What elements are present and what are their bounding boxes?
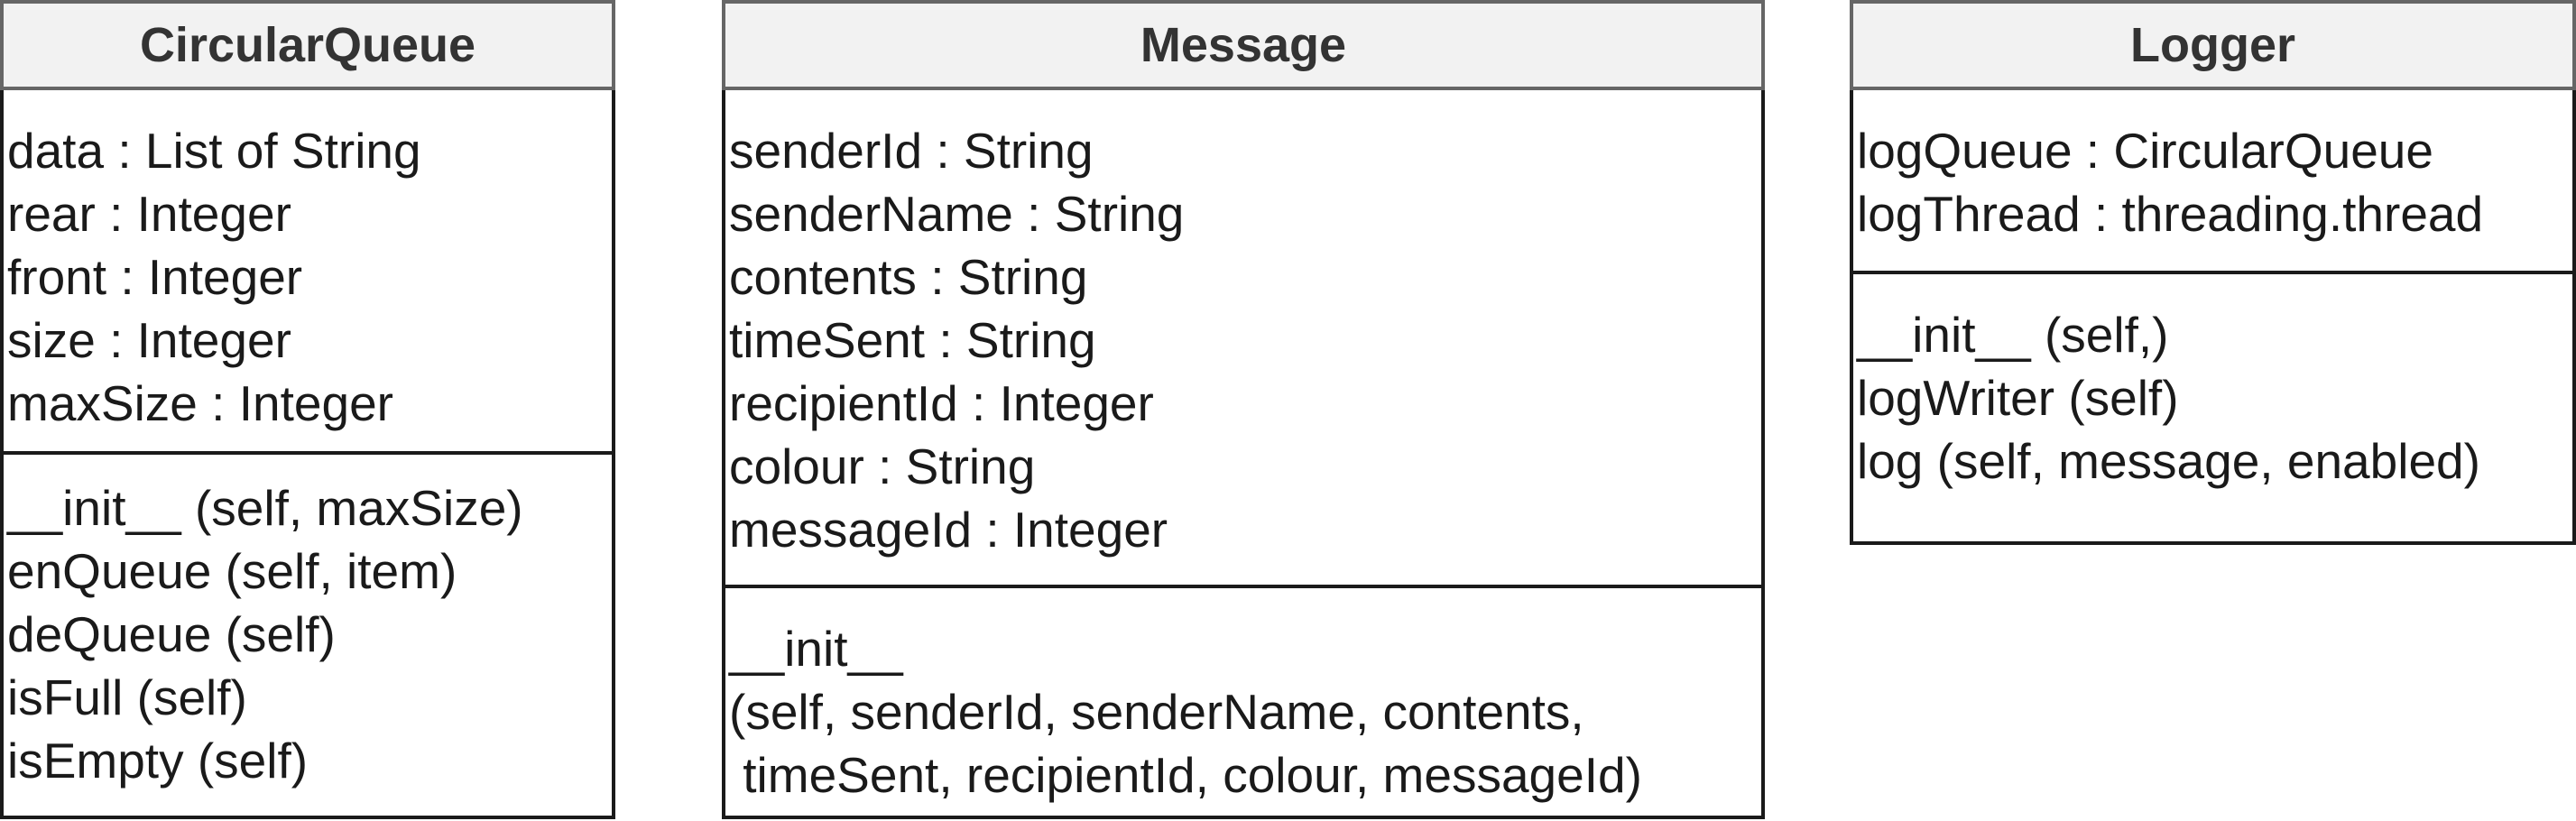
method: isFull (self) [7,669,247,725]
class-box-message: Message senderId : String senderName : S… [722,0,1765,819]
class-name: Logger [1850,0,2576,90]
method: __init__ (self,) [1857,307,2169,363]
attribute: colour : String [729,438,1036,494]
method: __init__ [729,621,903,677]
methods-section: __init__ (self, senderId, senderName, co… [725,588,1761,807]
class-box-circularqueue: CircularQueue data : List of String rear… [0,0,615,819]
attribute: size : Integer [7,312,291,368]
attribute: front : Integer [7,249,303,305]
method: log (self, message, enabled) [1857,433,2480,489]
attribute: maxSize : Integer [7,375,393,431]
attributes-section: data : List of String rear : Integer fro… [4,90,612,455]
method: timeSent, recipientId, colour, messageId… [729,747,1642,803]
attribute: data : List of String [7,123,421,179]
attribute: timeSent : String [729,312,1096,368]
method: logWriter (self) [1857,370,2179,426]
methods-section: __init__ (self,) logWriter (self) log (s… [1853,274,2572,493]
class-name: Message [722,0,1765,90]
class-box-logger: Logger logQueue : CircularQueue logThrea… [1850,0,2576,545]
method: (self, senderId, senderName, contents, [729,684,1584,740]
attribute: messageId : Integer [729,502,1168,558]
attribute: senderName : String [729,186,1185,242]
attribute: logQueue : CircularQueue [1857,123,2433,179]
attribute: logThread : threading.thread [1857,186,2484,242]
attribute: senderId : String [729,123,1094,179]
attributes-section: senderId : String senderName : String co… [725,90,1761,588]
attribute: contents : String [729,249,1088,305]
attributes-section: logQueue : CircularQueue logThread : thr… [1853,90,2572,274]
attribute: recipientId : Integer [729,375,1154,431]
attribute: rear : Integer [7,186,291,242]
method: __init__ (self, maxSize) [7,480,523,536]
method: enQueue (self, item) [7,543,457,599]
method: isEmpty (self) [7,733,309,789]
methods-section: __init__ (self, maxSize) enQueue (self, … [4,455,612,792]
class-name: CircularQueue [0,0,615,90]
method: deQueue (self) [7,606,336,662]
